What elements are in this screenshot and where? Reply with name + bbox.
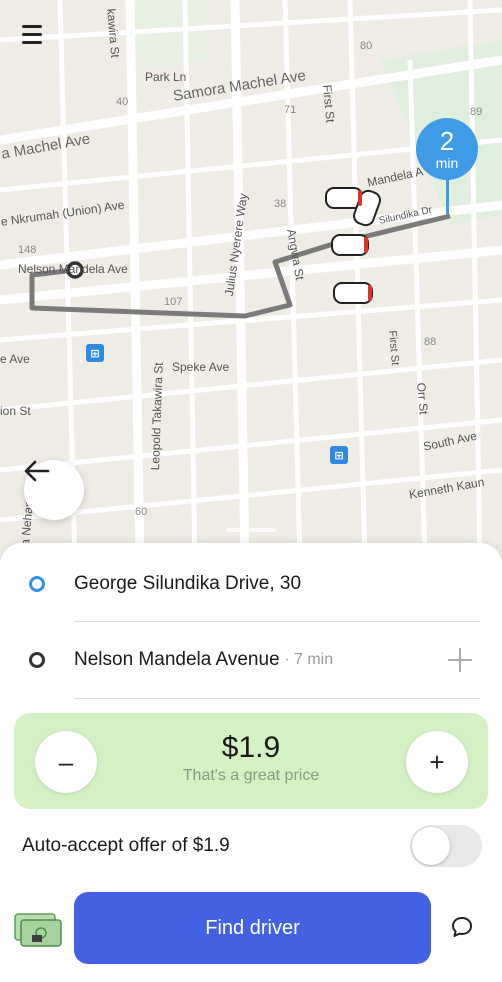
pickup-dot-icon — [29, 576, 45, 592]
destination-address: Nelson Mandela Avenue — [74, 649, 280, 670]
map-number: 60 — [135, 506, 148, 518]
find-driver-button[interactable]: Find driver — [74, 892, 431, 964]
eta-bubble: 2 min — [416, 118, 478, 180]
map-number: 80 — [360, 40, 373, 52]
order-sheet: George Silundika Drive, 30 Nelson Mandel… — [0, 528, 502, 982]
toggle-knob — [412, 827, 450, 865]
map-number: 38 — [274, 198, 287, 210]
price-card: – $1.9 That's a great price + — [14, 713, 488, 809]
eta-value: 2 — [439, 126, 455, 156]
street-label: Park Ln — [145, 70, 187, 84]
bus-stop-icon: ⊞ — [330, 446, 348, 464]
auto-accept-toggle[interactable] — [410, 825, 482, 867]
menu-button[interactable] — [22, 22, 50, 46]
destination-eta: 7 min — [293, 651, 334, 668]
bus-stop-icon: ⊞ — [86, 344, 104, 362]
back-button[interactable] — [24, 460, 84, 520]
eta-stem — [446, 180, 449, 214]
chat-icon[interactable] — [450, 915, 474, 939]
map-number: 89 — [470, 106, 483, 118]
pickup-row[interactable]: George Silundika Drive, 30 — [0, 546, 502, 622]
street-label: Orr St — [414, 382, 431, 416]
arrow-left-icon — [24, 460, 50, 482]
street-label: Speke Ave — [172, 360, 230, 374]
map-number: 88 — [424, 336, 437, 348]
bottom-bar: Find driver — [0, 883, 502, 982]
divider — [74, 698, 480, 699]
destination-row[interactable]: Nelson Mandela Avenue · 7 min — [0, 622, 502, 698]
eta-unit: min — [435, 155, 459, 171]
sheet-handle[interactable] — [226, 528, 276, 532]
auto-accept-label: Auto-accept offer of $1.9 — [22, 835, 230, 856]
cash-icon[interactable] — [14, 913, 62, 947]
pickup-address: George Silundika Drive, 30 — [74, 573, 302, 594]
add-stop-icon[interactable] — [448, 648, 472, 672]
destination-separator: · — [284, 651, 290, 668]
map-number: 107 — [164, 296, 183, 308]
street-label: e Ave — [0, 352, 30, 366]
auto-accept-row: Auto-accept offer of $1.9 — [22, 825, 482, 867]
eta-pin: 2 min — [416, 118, 480, 218]
map-number: 148 — [18, 244, 37, 256]
map-number: 71 — [284, 104, 297, 116]
street-label: Nelson Mandela Ave — [18, 262, 128, 276]
map-number: 40 — [116, 96, 129, 108]
map-view[interactable]: Park Ln Samora Machel Ave a Machel Ave k… — [0, 0, 502, 560]
destination-dot-icon — [29, 652, 45, 668]
hamburger-icon — [22, 24, 42, 28]
increase-price-button[interactable]: + — [406, 731, 468, 793]
street-label: ion St — [0, 404, 31, 418]
